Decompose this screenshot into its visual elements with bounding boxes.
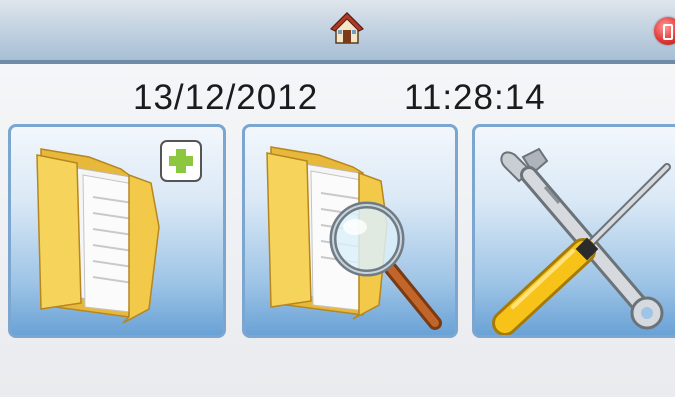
search-file-tile[interactable] — [242, 124, 458, 338]
settings-tile[interactable] — [472, 124, 675, 338]
main-screen: 13/12/2012 11:28:14 — [0, 0, 675, 397]
new-file-tile[interactable] — [8, 124, 226, 338]
tools-icon — [492, 147, 671, 335]
time-text: 11:28:14 — [404, 78, 546, 117]
home-button[interactable] — [325, 6, 369, 50]
new-folder-icon — [36, 140, 202, 324]
date-text: 13/12/2012 — [133, 78, 319, 117]
power-button[interactable] — [654, 17, 675, 45]
date-time-display: 13/12/2012 11:28:14 — [0, 78, 675, 118]
home-icon — [330, 11, 364, 44]
top-bar — [0, 0, 675, 64]
search-folder-icon — [266, 146, 442, 330]
